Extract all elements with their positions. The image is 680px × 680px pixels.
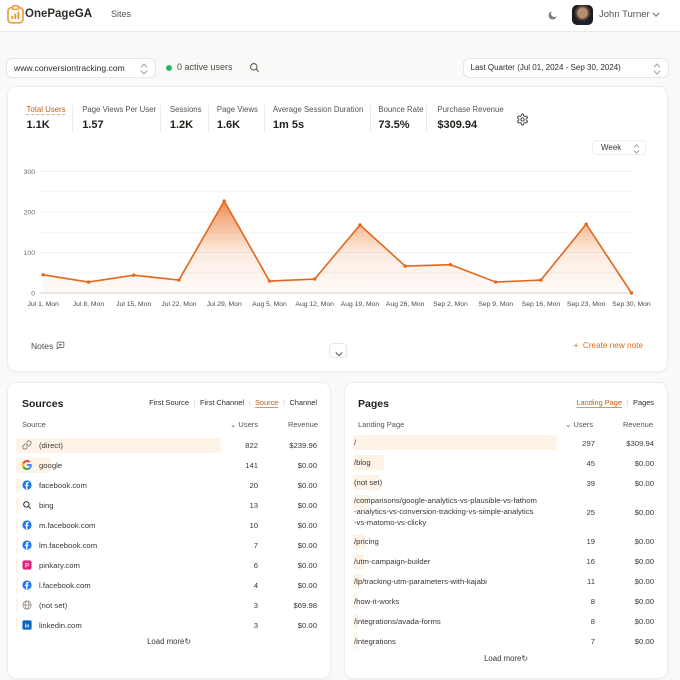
- svg-text:Jul 8, Mon: Jul 8, Mon: [73, 301, 105, 308]
- svg-text:100: 100: [24, 250, 36, 257]
- svg-text:Sep 9, Mon: Sep 9, Mon: [478, 301, 513, 308]
- svg-text:Sep 30, Mon: Sep 30, Mon: [612, 301, 651, 308]
- svg-text:0: 0: [31, 290, 35, 297]
- svg-text:200: 200: [24, 209, 36, 216]
- svg-text:Aug 19, Mon: Aug 19, Mon: [341, 301, 380, 308]
- svg-text:Jul 1, Mon: Jul 1, Mon: [28, 301, 60, 308]
- svg-text:Aug 26, Mon: Aug 26, Mon: [386, 301, 425, 308]
- svg-text:P: P: [25, 562, 29, 569]
- svg-text:Sep 16, Mon: Sep 16, Mon: [522, 301, 561, 308]
- svg-text:Sep 23, Mon: Sep 23, Mon: [567, 301, 606, 308]
- svg-text:in: in: [25, 623, 30, 629]
- svg-text:Jul 15, Mon: Jul 15, Mon: [116, 301, 151, 308]
- svg-text:Aug 12, Mon: Aug 12, Mon: [295, 301, 334, 308]
- svg-text:300: 300: [24, 169, 36, 176]
- svg-text:Aug 5, Mon: Aug 5, Mon: [252, 301, 287, 308]
- svg-text:Jul 29, Mon: Jul 29, Mon: [207, 301, 242, 308]
- svg-text:Sep 2, Mon: Sep 2, Mon: [433, 301, 468, 308]
- svg-text:Jul 22, Mon: Jul 22, Mon: [161, 301, 196, 308]
